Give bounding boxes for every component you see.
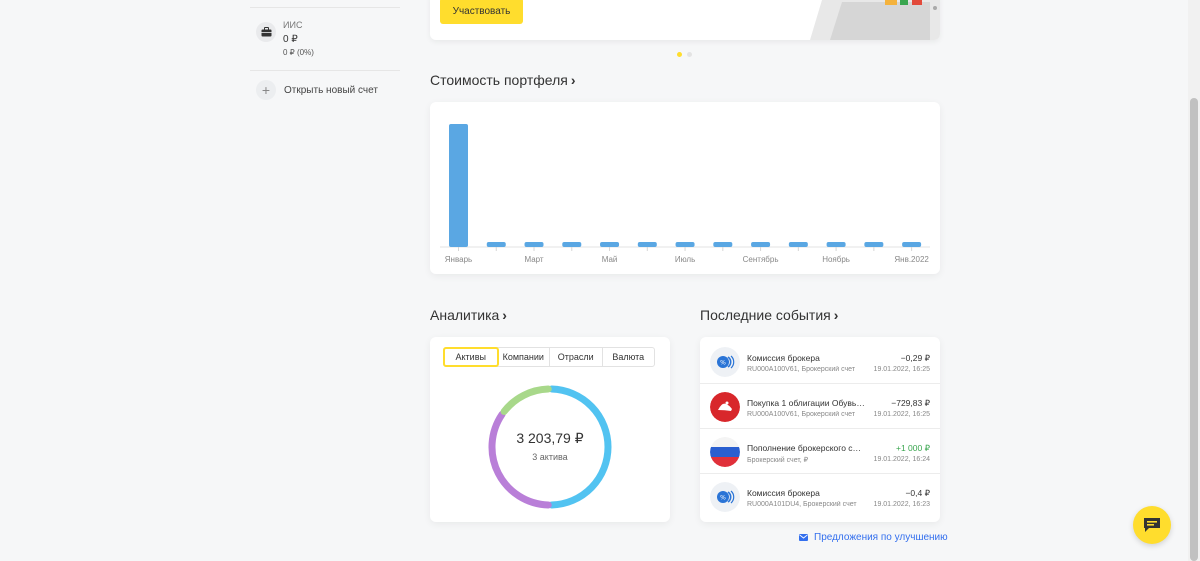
event-amount: −0,4 ₽ <box>905 488 930 498</box>
feedback-label: Предложения по улучшению <box>814 532 948 543</box>
page-scrollbar[interactable] <box>1188 0 1200 561</box>
open-account-label: Открыть новый счет <box>284 84 378 96</box>
event-subtitle: RU000A100V61, Брокерский счет <box>747 411 856 418</box>
event-item[interactable]: Пополнение брокерского счета Брокерский … <box>700 429 940 474</box>
broker-fee-icon: % <box>710 482 740 512</box>
event-item[interactable]: % Комиссия брокера RU000A101DU4, Брокерс… <box>700 474 940 519</box>
event-date: 19.01.2022, 16:25 <box>873 411 930 418</box>
event-title: Пополнение брокерского счета <box>747 443 865 453</box>
portfolio-total: 3 203,79 ₽ <box>516 430 584 446</box>
chart-bar[interactable] <box>675 242 695 247</box>
chevron-right-icon: › <box>570 72 576 88</box>
analytics-title: Аналитика <box>430 307 500 323</box>
carousel-dot[interactable] <box>677 52 682 57</box>
donut-segment[interactable] <box>548 385 612 509</box>
chart-bar[interactable] <box>524 242 544 247</box>
promo-banner: Участвовать <box>430 0 940 40</box>
portfolio-bar-chart: Январь Март Май Июль Сентябрь Ноябрь Янв.2022 <box>440 124 930 264</box>
chart-bar[interactable] <box>486 242 506 247</box>
chat-button[interactable] <box>1133 506 1171 544</box>
events-title: Последние события <box>700 307 831 323</box>
x-tick-label: Март <box>524 255 543 264</box>
x-tick-label: Июль <box>675 255 695 264</box>
event-subtitle: Брокерский счет, ₽ <box>747 457 809 464</box>
event-date: 19.01.2022, 16:23 <box>873 501 930 508</box>
event-date: 19.01.2022, 16:24 <box>873 456 930 463</box>
carousel-dots <box>677 52 692 57</box>
feedback-link[interactable]: Предложения по улучшению <box>799 532 948 543</box>
x-tick-label: Май <box>602 255 618 264</box>
chart-bar[interactable] <box>562 242 582 247</box>
open-new-account-button[interactable]: + Открыть новый счет <box>256 80 378 100</box>
events-card: % Комиссия брокера RU000A100V61, Брокерс… <box>700 337 940 522</box>
chart-bar[interactable] <box>637 242 657 247</box>
mail-icon <box>799 534 808 541</box>
broker-fee-icon: % <box>710 347 740 377</box>
svg-text:%: % <box>720 360 726 367</box>
scroll-thumb[interactable] <box>1190 98 1198 561</box>
divider <box>250 7 400 8</box>
shoe-company-icon <box>710 392 740 422</box>
plus-icon: + <box>256 80 276 100</box>
chat-icon <box>1144 518 1160 532</box>
chart-bar[interactable] <box>902 242 922 247</box>
participate-button[interactable]: Участвовать <box>440 0 523 24</box>
chart-bar[interactable] <box>751 242 771 247</box>
x-tick-label: Сентябрь <box>743 255 779 264</box>
chart-bar[interactable] <box>788 242 808 247</box>
promo-illustration <box>810 0 940 40</box>
portfolio-chart-card: Январь Март Май Июль Сентябрь Ноябрь Янв.2022 <box>430 102 940 274</box>
portfolio-title-link[interactable]: Стоимость портфеля › <box>430 72 576 88</box>
account-value: 0 ₽ <box>283 34 298 45</box>
analytics-title-link[interactable]: Аналитика › <box>430 307 507 323</box>
account-iis[interactable]: ИИС 0 ₽ 0 ₽ (0%) <box>256 18 396 64</box>
divider <box>250 70 400 71</box>
russia-flag-icon <box>710 437 740 467</box>
event-item[interactable]: Покупка 1 облигации Обувь России RU000A1… <box>700 384 940 429</box>
event-title: Комиссия брокера <box>747 353 820 363</box>
event-item[interactable]: % Комиссия брокера RU000A100V61, Брокерс… <box>700 339 940 384</box>
event-title: Комиссия брокера <box>747 488 820 498</box>
events-title-link[interactable]: Последние события › <box>700 307 838 323</box>
chevron-right-icon: › <box>833 307 839 323</box>
event-amount: +1 000 ₽ <box>895 443 930 453</box>
carousel-dot[interactable] <box>687 52 692 57</box>
event-title: Покупка 1 облигации Обувь России <box>747 398 865 408</box>
chart-bar[interactable] <box>449 124 468 247</box>
chart-bar[interactable] <box>826 242 846 247</box>
briefcase-icon <box>256 22 276 42</box>
portfolio-title: Стоимость портфеля <box>430 72 568 88</box>
accounts-sidebar: ИИС 0 ₽ 0 ₽ (0%) + Открыть новый счет <box>250 0 400 120</box>
chart-bar[interactable] <box>713 242 733 247</box>
event-amount: −729,83 ₽ <box>891 398 930 408</box>
event-subtitle: RU000A100V61, Брокерский счет <box>747 366 856 373</box>
chevron-right-icon: › <box>502 307 507 323</box>
event-date: 19.01.2022, 16:25 <box>873 366 930 373</box>
x-tick-label: Ноябрь <box>822 255 850 264</box>
analytics-card: Активы Компании Отрасли Валюта 3 203,79 … <box>430 337 670 522</box>
event-amount: −0,29 ₽ <box>900 353 930 363</box>
donut-segment[interactable] <box>500 385 552 416</box>
account-name: ИИС <box>283 20 303 30</box>
account-change: 0 ₽ (0%) <box>283 48 314 57</box>
event-subtitle: RU000A101DU4, Брокерский счет <box>747 501 857 508</box>
chart-bar[interactable] <box>600 242 620 247</box>
x-tick-label: Янв.2022 <box>894 255 929 264</box>
svg-text:%: % <box>720 495 726 502</box>
chart-bar[interactable] <box>864 242 884 247</box>
x-tick-label: Январь <box>445 255 472 264</box>
assets-count: 3 актива <box>532 452 568 462</box>
